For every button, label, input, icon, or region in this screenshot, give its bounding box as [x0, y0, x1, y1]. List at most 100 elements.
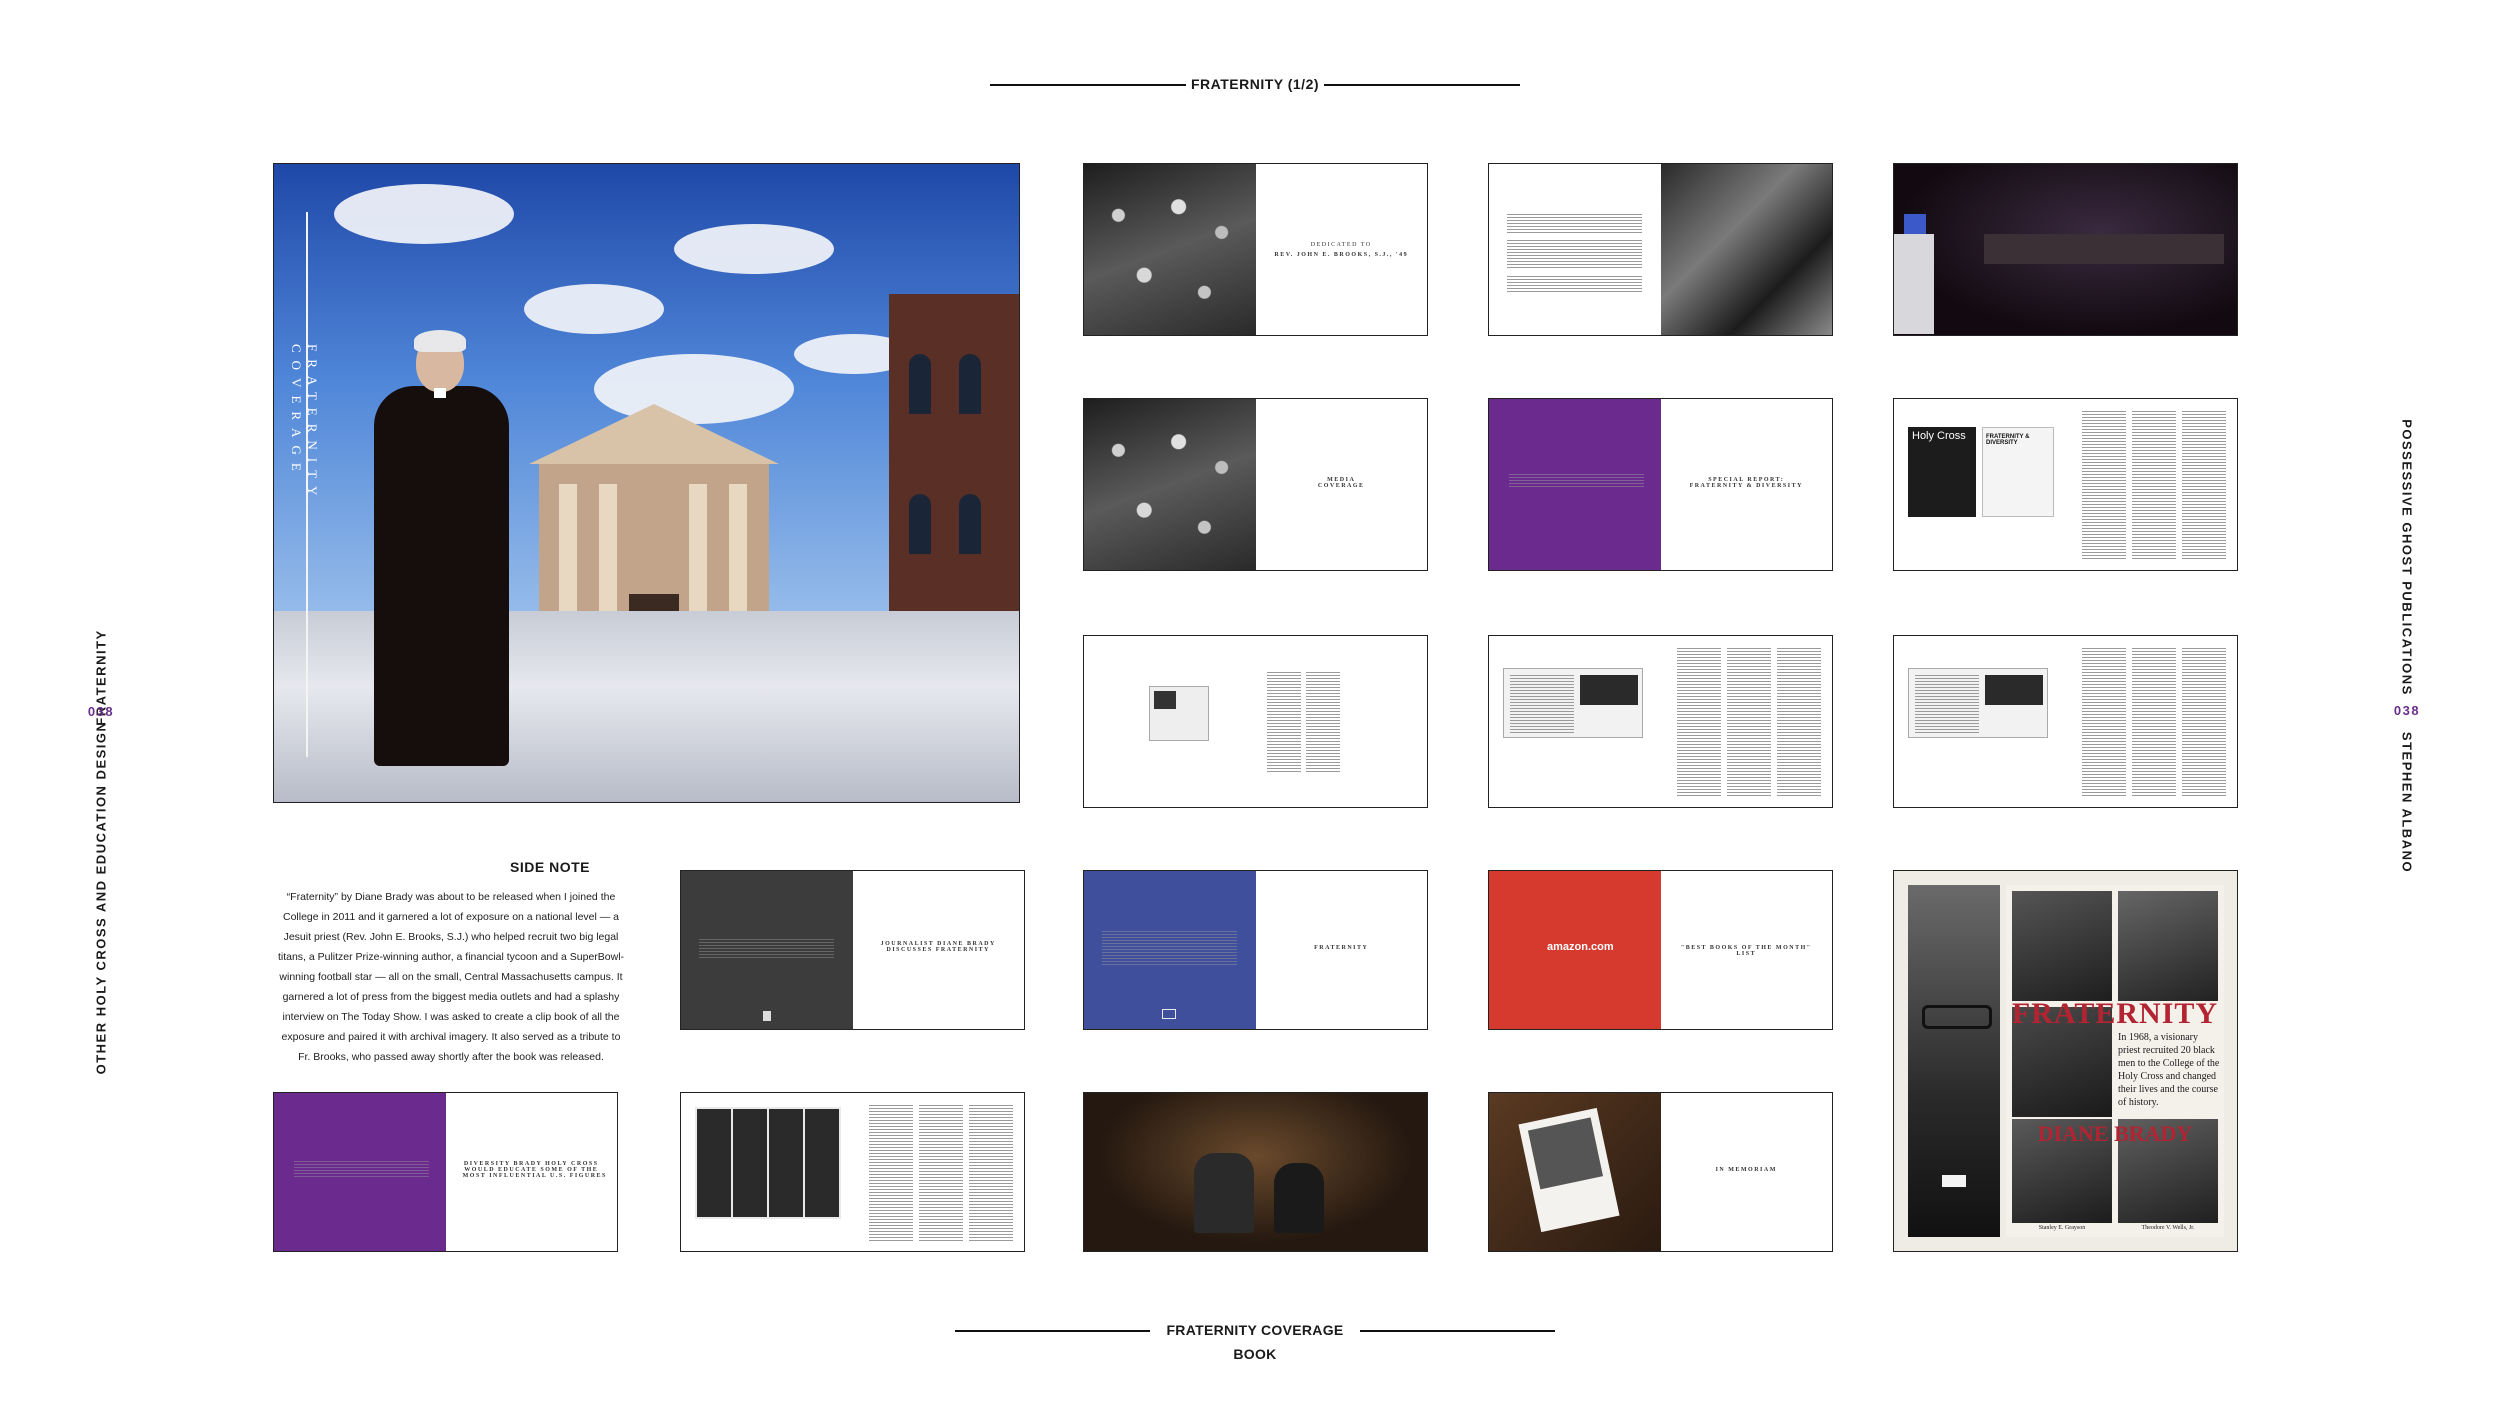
dark-panel	[681, 871, 853, 1029]
clipping	[1503, 668, 1643, 738]
spread-dedication: DEDICATED TO REV. JOHN E. BROOKS, S.J., …	[1083, 163, 1428, 336]
magazine-masthead: Holy Cross	[1912, 430, 1966, 442]
text-block	[1102, 931, 1237, 965]
influential-title: DIVERSITY BRADY HOLY CROSS WOULD EDUCATE…	[462, 1161, 607, 1179]
page-number-left: 038	[87, 704, 115, 719]
window	[959, 354, 981, 414]
interviewee	[1194, 1153, 1254, 1233]
text-column	[2082, 648, 2126, 798]
text-block	[1507, 240, 1642, 270]
podium	[1894, 234, 1934, 334]
amazon-badge: amazon.com	[1547, 941, 1614, 953]
text-column	[2182, 648, 2226, 798]
spread-media-coverage: MEDIA COVERAGE	[1083, 398, 1428, 571]
chapel-interior-photo	[1660, 164, 1832, 335]
hero-photo: FRATERNITY COVERAGE	[273, 163, 1020, 803]
portrait-grid	[695, 1107, 841, 1219]
logo-icon	[763, 1011, 771, 1021]
library-interview-photo	[1084, 1093, 1427, 1251]
tv-icon	[1162, 1009, 1176, 1019]
cloud	[674, 224, 834, 274]
chapel-pediment	[529, 404, 779, 464]
red-panel: amazon.com	[1489, 871, 1661, 1029]
cover-blurb: In 1968, a visionary priest recruited 20…	[2118, 1032, 2220, 1108]
dedication-line2: REV. JOHN E. BROOKS, S.J., '49	[1274, 252, 1409, 258]
best-books-title: "BEST BOOKS OF THE MONTH" LIST	[1680, 945, 1812, 957]
priest-body	[374, 386, 509, 766]
priest-figure	[366, 330, 516, 779]
cover-title: FRATERNITY	[2011, 997, 2219, 1030]
text-column	[1777, 648, 1821, 798]
collar	[1942, 1175, 1966, 1187]
media-title: MEDIA COVERAGE	[1317, 477, 1365, 489]
project-label: OTHER HOLY CROSS AND EDUCATION DESIGN	[93, 720, 109, 1075]
side-note-title: SIDE NOTE	[510, 859, 590, 875]
spread-best-books: amazon.com "BEST BOOKS OF THE MONTH" LIS…	[1488, 870, 1833, 1030]
spread-magazine: Holy Cross FRATERNITY & DIVERSITY	[1893, 398, 2238, 571]
clipping	[1149, 686, 1209, 741]
spread-journalist: JOURNALIST DIANE BRADY DISCUSSES FRATERN…	[680, 870, 1025, 1030]
dedication-line1: DEDICATED TO	[1310, 242, 1372, 248]
portrait-cells	[697, 1109, 839, 1217]
text-column	[1727, 648, 1771, 798]
page-number-right: 038	[2393, 703, 2421, 718]
text-block	[1915, 675, 1979, 733]
author-label: STEPHEN ALBANO	[2399, 731, 2415, 874]
text-block	[1507, 276, 1642, 294]
text-column	[2132, 411, 2176, 559]
purple-panel	[274, 1093, 446, 1251]
book-cover-spread: FRATERNITY In 1968, a visionary priest r…	[1893, 870, 2238, 1252]
spread-clipping-2	[1488, 635, 1833, 808]
publisher-label: POSSESSIVE GHOST PUBLICATIONS	[2399, 419, 2415, 696]
spread-clipping-3	[1893, 635, 2238, 808]
dedication-page: DEDICATED TO REV. JOHN E. BROOKS, S.J., …	[1256, 164, 1428, 335]
spread-panel	[1893, 163, 2238, 336]
cover-art: FRATERNITY In 1968, a visionary priest r…	[2006, 885, 2224, 1237]
memorial-portrait	[1527, 1117, 1604, 1190]
letter-page	[1489, 164, 1661, 335]
influential-title-page: DIVERSITY BRADY HOLY CROSS WOULD EDUCATE…	[446, 1093, 618, 1251]
page-title: FRATERNITY (1/2)	[1186, 72, 1324, 96]
text-column	[1306, 672, 1340, 772]
cover-caption-right: Theodore V. Wells, Jr.	[2141, 1225, 2195, 1231]
journalist-title: JOURNALIST DIANE BRADY DISCUSSES FRATERN…	[880, 941, 996, 953]
media-title-page: MEDIA COVERAGE	[1256, 399, 1428, 570]
text-column	[919, 1105, 963, 1243]
in-memoriam-title-page: IN MEMORIAM	[1661, 1093, 1833, 1251]
wood-table-photo	[1489, 1093, 1661, 1251]
magazine-article: FRATERNITY & DIVERSITY	[1982, 427, 2054, 517]
special-report-page: SPECIAL REPORT: FRATERNITY & DIVERSITY	[1661, 399, 1833, 570]
text-column	[969, 1105, 1013, 1243]
spread-letter	[1488, 163, 1833, 336]
left-margin: FRATERNITY 038 OTHER HOLY CROSS AND EDUC…	[86, 590, 116, 1074]
spread-clipping-1	[1083, 635, 1428, 808]
clipping-photo	[1985, 675, 2043, 705]
side-note-body: “Fraternity” by Diane Brady was about to…	[277, 891, 625, 1063]
in-memoriam-title: IN MEMORIAM	[1715, 1167, 1777, 1173]
purple-panel	[1489, 399, 1661, 570]
clipping-photo	[1154, 691, 1176, 709]
footer-title: FRATERNITY COVERAGE BOOK	[1150, 1318, 1360, 1362]
glasses	[1922, 1005, 1992, 1029]
cloud	[524, 284, 664, 334]
text-column	[2082, 411, 2126, 559]
text-block	[699, 939, 834, 959]
spread-special-report: SPECIAL REPORT: FRATERNITY & DIVERSITY	[1488, 398, 1833, 571]
fraternity-title-page: FRATERNITY	[1256, 871, 1428, 1029]
memorial-card	[1518, 1107, 1620, 1233]
portrait-1	[2012, 891, 2112, 1001]
interviewer	[1274, 1163, 1324, 1233]
spread-interview-photo	[1083, 1092, 1428, 1252]
clipping-photo	[1580, 675, 1638, 705]
window	[909, 494, 931, 554]
text-block	[294, 1161, 429, 1179]
text-column	[1677, 648, 1721, 798]
text-column	[2132, 648, 2176, 798]
special-report-title: SPECIAL REPORT: FRATERNITY & DIVERSITY	[1689, 477, 1803, 489]
spread-fraternity: FRATERNITY	[1083, 870, 1428, 1030]
text-block	[1509, 474, 1644, 488]
spread-portrait-grid	[680, 1092, 1025, 1252]
magazine-headline: FRATERNITY & DIVERSITY	[1986, 434, 2030, 446]
priest-collar	[434, 388, 446, 398]
window	[959, 494, 981, 554]
